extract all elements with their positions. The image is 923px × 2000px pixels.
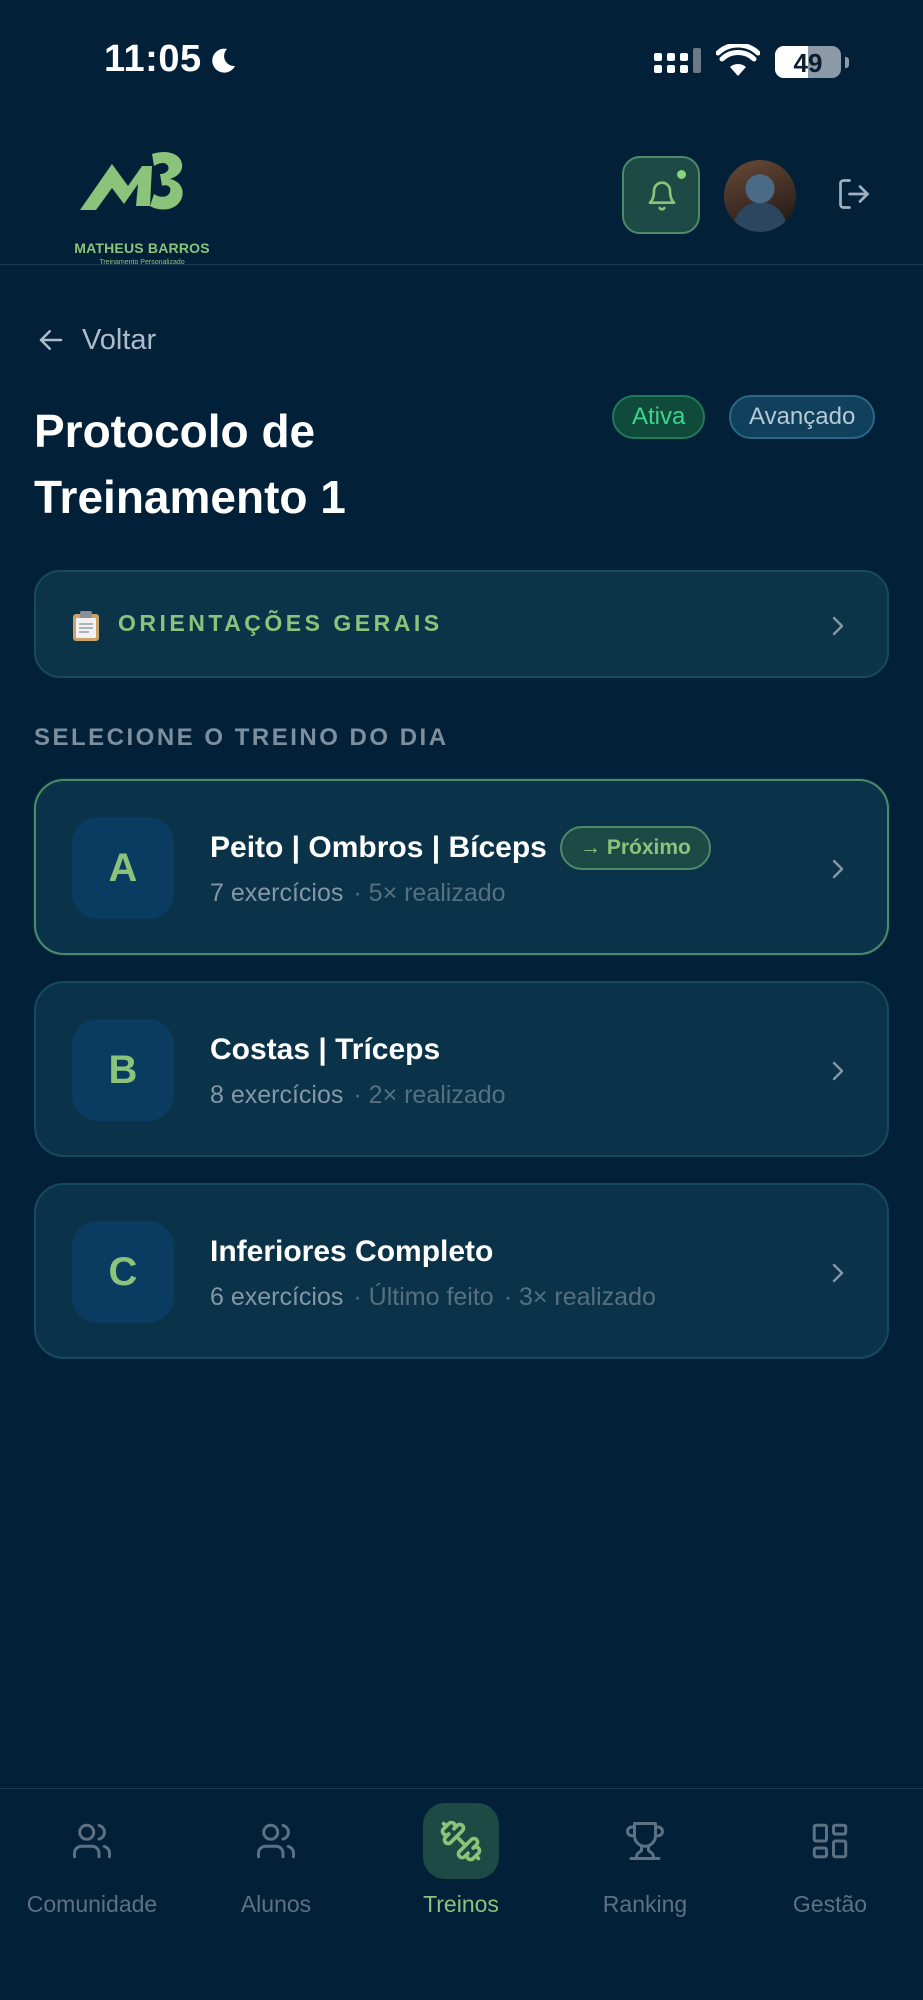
trophy-icon (626, 1822, 664, 1860)
chevron-right-icon (832, 1061, 844, 1081)
workout-name: Costas | Tríceps (210, 1033, 441, 1066)
chevron-right-icon (832, 1263, 844, 1283)
logo-subtitle: Treinamento Personalizado (99, 259, 185, 266)
notifications-button[interactable] (622, 156, 700, 234)
exercise-count: 7 exercícios (210, 879, 344, 907)
arrow-left-icon (39, 330, 63, 350)
nav-label: Gestão (792, 1891, 868, 1917)
times-done: · 2× realizado (353, 1081, 506, 1109)
logout-icon[interactable] (836, 176, 872, 212)
chevron-right-icon (832, 616, 844, 636)
times-done: · 3× realizado (503, 1283, 656, 1311)
nav-item-treinos[interactable]: Treinos (369, 1803, 553, 1918)
section-label: SELECIONE O TREINO DO DIA (34, 724, 449, 751)
status-bar: 11:05 49 (0, 0, 923, 120)
workout-name: Inferiores Completo (210, 1235, 494, 1268)
nav-label: Ranking (602, 1891, 688, 1917)
brand-logo[interactable]: MATHEUS BARROS Treinamento Personalizado (72, 146, 212, 266)
bell-icon (648, 181, 676, 211)
logo-mark-icon (80, 151, 183, 210)
page-title: Protocolo de Treinamento 1 (34, 405, 346, 523)
users-icon (73, 1823, 111, 1859)
users-icon (257, 1823, 295, 1859)
wifi-icon (716, 44, 760, 76)
status-time: 11:05 (104, 38, 202, 80)
signal-icon (654, 48, 701, 73)
status-badge: Ativa (612, 395, 706, 439)
workout-meta: 7 exercícios · 5× realizado (210, 879, 506, 908)
workout-letter: A (72, 817, 174, 919)
nav-label: Comunidade (26, 1891, 158, 1917)
back-label: Voltar (82, 323, 157, 356)
nav-item-alunos[interactable]: Alunos (184, 1803, 368, 1918)
workout-card-c[interactable]: C Inferiores Completo 6 exercícios · Últi… (34, 1183, 889, 1359)
logo-title: MATHEUS BARROS (74, 240, 210, 256)
user-avatar[interactable] (724, 160, 796, 232)
workout-meta: 8 exercícios · 2× realizado (210, 1081, 506, 1110)
last-done: · Último feito (353, 1283, 494, 1311)
battery-percent: 49 (793, 48, 823, 78)
exercise-count: 6 exercícios (210, 1283, 344, 1311)
chevron-right-icon (832, 859, 844, 879)
nav-item-comunidade[interactable]: Comunidade (0, 1803, 184, 1918)
next-workout-badge: → Próximo (560, 826, 711, 870)
app-header: MATHEUS BARROS Treinamento Personalizado (0, 120, 923, 266)
workout-letter: B (72, 1019, 174, 1121)
workout-meta: 6 exercícios · Último feito · 3× realizado (210, 1283, 656, 1312)
grid-icon (812, 1823, 848, 1859)
general-guidelines-button[interactable]: ORIENTAÇÕES GERAIS (34, 570, 889, 678)
nav-label: Treinos (423, 1891, 499, 1917)
notification-dot (675, 168, 688, 181)
workout-card-b[interactable]: B Costas | Tríceps 8 exercícios · 2× real… (34, 981, 889, 1157)
times-done: · 5× realizado (353, 879, 506, 907)
nav-item-ranking[interactable]: Ranking (553, 1803, 737, 1918)
dumbbell-icon (440, 1820, 482, 1862)
workout-letter: C (72, 1221, 174, 1323)
clipboard-icon (73, 611, 99, 641)
moon-icon (212, 48, 235, 73)
bottom-nav: Comunidade Alunos Treinos Ranking Gestão (0, 1788, 923, 2000)
battery-indicator: 49 (775, 46, 849, 78)
nav-item-gestao[interactable]: Gestão (738, 1803, 922, 1918)
level-badge: Avançado (729, 395, 876, 439)
general-guidelines-label: ORIENTAÇÕES GERAIS (118, 610, 443, 636)
workout-card-a[interactable]: A Peito | Ombros | Bíceps → Próximo 7 ex… (34, 779, 889, 955)
exercise-count: 8 exercícios (210, 1081, 344, 1109)
back-button[interactable]: Voltar (36, 320, 156, 360)
workout-name: Peito | Ombros | Bíceps (210, 831, 547, 864)
nav-label: Alunos (240, 1891, 312, 1917)
